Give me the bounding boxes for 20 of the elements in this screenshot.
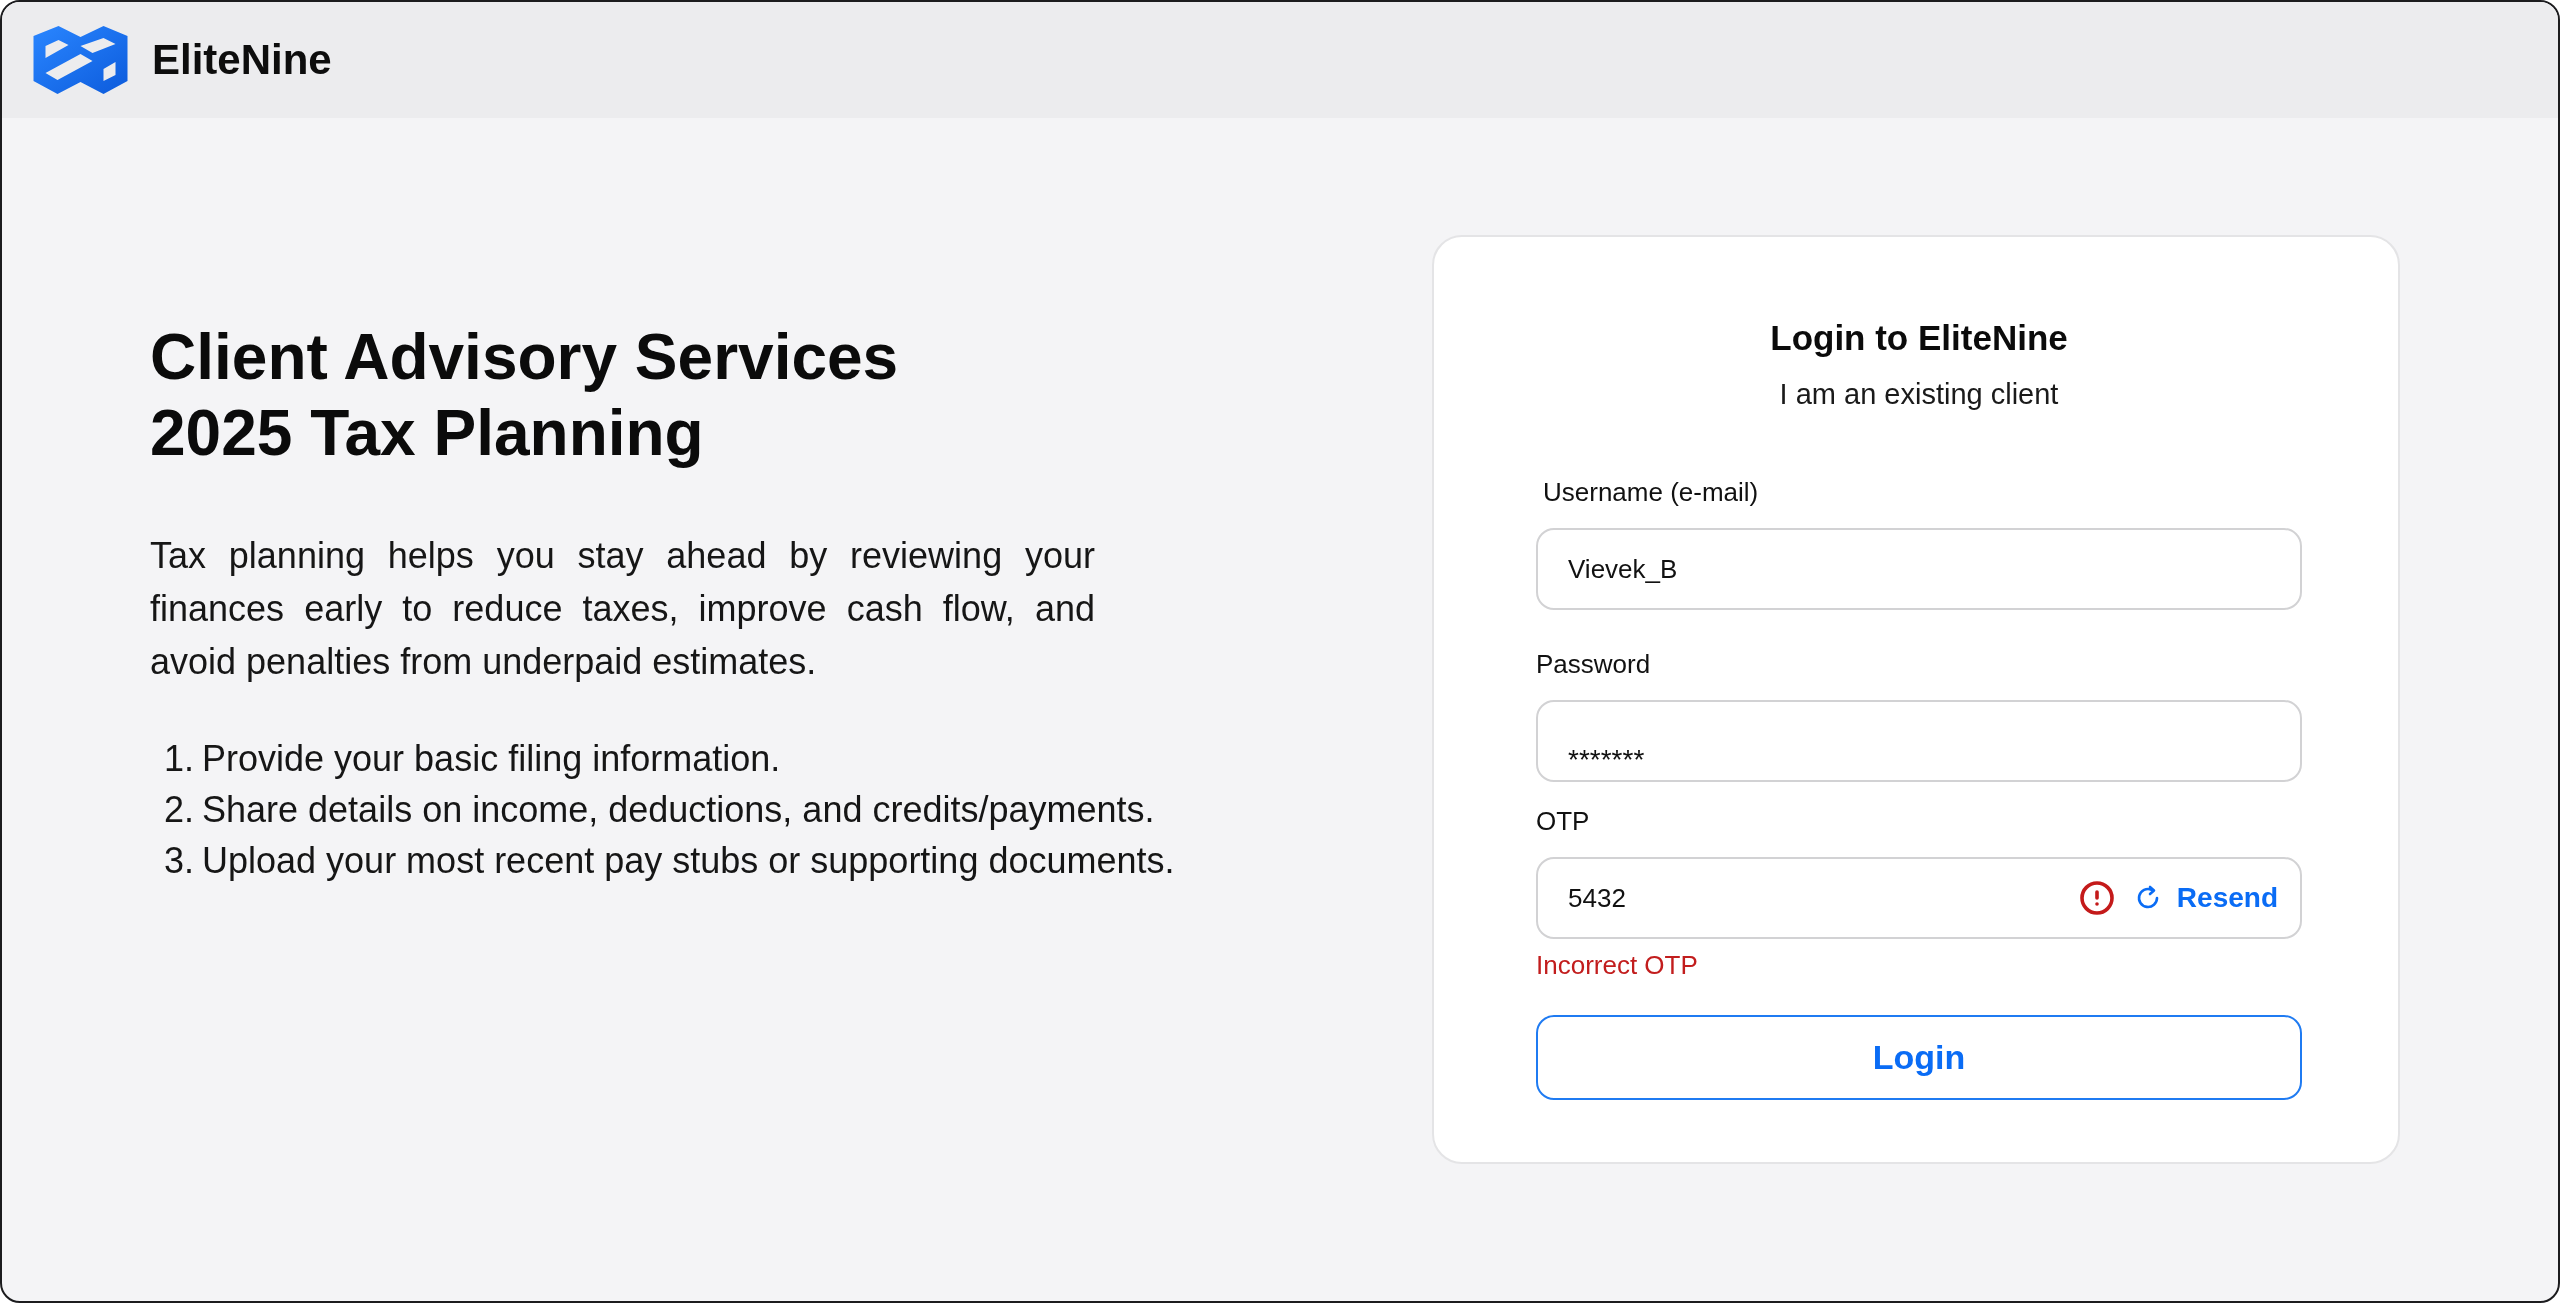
page-heading: Client Advisory Services 2025 Tax Planning	[150, 320, 899, 471]
field-label: OTP	[1536, 805, 1590, 838]
error-message: Incorrect OTP	[1536, 949, 1698, 982]
login-title: Login to EliteNine	[1770, 317, 2068, 359]
resend-button[interactable]: Resend	[2134, 881, 2278, 915]
login-button[interactable]: Login	[1536, 1015, 2302, 1100]
step-number: 3.	[162, 839, 194, 883]
step-text: Share details on income, deductions, and credits/payments.	[202, 788, 1155, 832]
field-label: Password	[1536, 648, 1651, 681]
logo-icon	[33, 25, 128, 95]
step-text: Upload your most recent pay stubs or supporting documents.	[202, 839, 1175, 883]
login-subtitle: I am an existing client	[1779, 377, 2059, 412]
username-field[interactable]: Vievek_B	[1536, 528, 2302, 610]
field-label: Username (e-mail)	[1542, 476, 1759, 509]
step-text: Provide your basic filing information.	[202, 737, 781, 781]
intro-paragraph: Tax planning helps you stay ahead by reviewing your finances early to reduce taxes, improve cash flow, and avoid penalties from underpaid estimates.	[150, 534, 1095, 684]
step-number: 2.	[162, 788, 194, 832]
brand-name: EliteNine	[152, 34, 332, 85]
step-number: 1.	[162, 737, 194, 781]
password-field[interactable]: *******	[1536, 700, 2302, 782]
